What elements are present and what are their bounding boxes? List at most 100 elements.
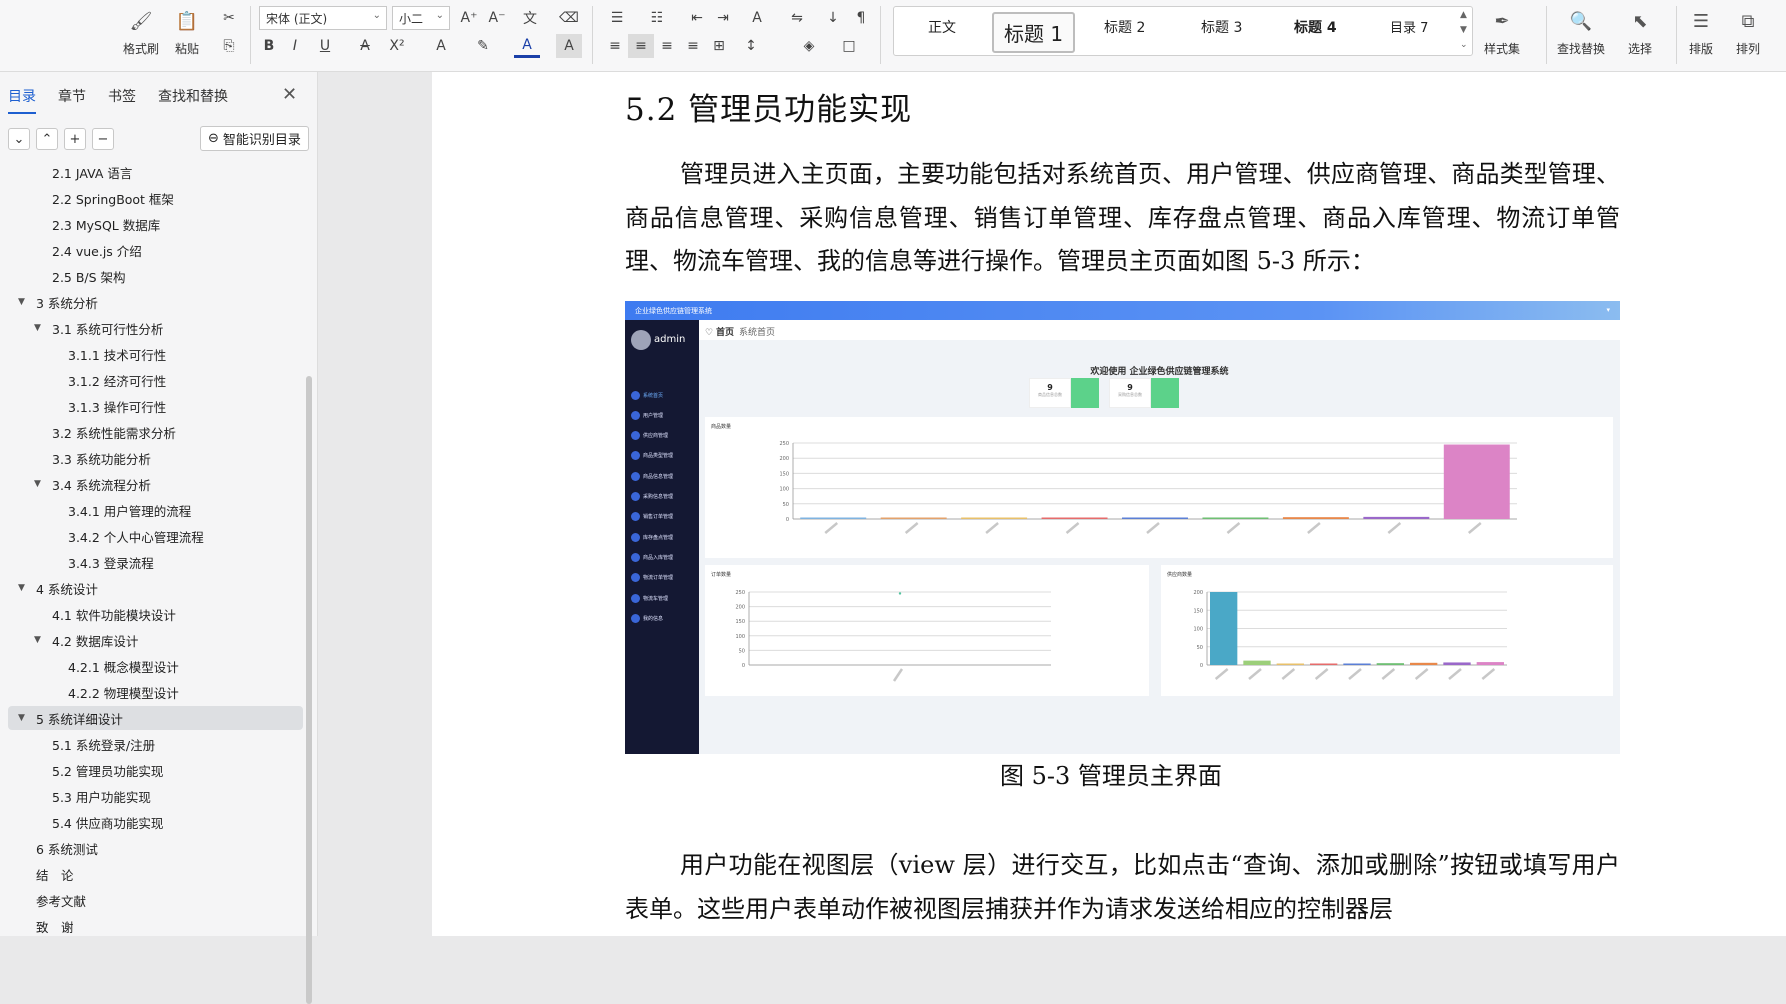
smart-toc-button[interactable]: ⊖ 智能识别目录 — [200, 126, 309, 151]
toc-item[interactable]: 5.2 管理员功能实现 — [0, 758, 300, 782]
toc-item[interactable]: ▼ 4.2 数据库设计 — [0, 628, 300, 652]
toc-item[interactable]: 参考文献 — [0, 888, 300, 912]
style-heading3[interactable]: 标题 3 — [1201, 17, 1242, 37]
align-left-icon[interactable]: ≡ — [602, 34, 628, 58]
find-replace-button[interactable]: 🔍 查找替换 — [1557, 8, 1605, 57]
sort-icon[interactable]: ↓ — [820, 6, 846, 30]
align-right-icon[interactable]: ≡ — [654, 34, 680, 58]
style-normal[interactable]: 正文 — [928, 17, 956, 37]
toc-item[interactable]: 5.4 供应商功能实现 — [0, 810, 300, 834]
distribute-icon[interactable]: ⊞ — [706, 34, 732, 58]
toggle-icon[interactable]: ▼ — [34, 479, 48, 489]
style-toc7[interactable]: 目录 7 — [1390, 17, 1428, 36]
figure-menu-icon — [631, 552, 640, 562]
toc-item[interactable]: 5.3 用户功能实现 — [0, 784, 300, 808]
shading-icon[interactable]: ◈ — [796, 34, 822, 58]
gallery-up-icon[interactable]: ▲ — [1460, 10, 1467, 20]
font-color-icon[interactable]: A — [514, 34, 540, 58]
toc-item[interactable]: 4.1 软件功能模块设计 — [0, 602, 300, 626]
toc-item[interactable]: 2.2 SpringBoot 框架 — [0, 186, 300, 210]
tab-find-replace[interactable]: 查找和替换 — [158, 86, 228, 114]
toc-item[interactable]: 3.4.1 用户管理的流程 — [0, 498, 300, 522]
tab-sections[interactable]: 章节 — [58, 86, 86, 114]
toc-item[interactable]: 3.2 系统性能需求分析 — [0, 420, 300, 444]
text-effect-icon[interactable]: A — [428, 34, 454, 58]
toc-item[interactable]: 结 论 — [0, 862, 300, 886]
x-tick-label — [1387, 522, 1402, 534]
style-heading1[interactable]: 标题 1 — [992, 12, 1076, 53]
tab-bookmarks[interactable]: 书签 — [108, 86, 136, 114]
decrease-indent-icon[interactable]: ⇤ — [684, 6, 710, 30]
toc-item[interactable]: 3.3 系统功能分析 — [0, 446, 300, 470]
justify-icon[interactable]: ≡ — [680, 34, 706, 58]
style-heading4[interactable]: 标题 4 — [1294, 17, 1337, 37]
tab-toc[interactable]: 目录 — [8, 86, 36, 114]
add-heading-icon[interactable]: + — [64, 128, 86, 150]
layout-button[interactable]: ☰ 排版 — [1688, 8, 1714, 57]
toc-scrollbar[interactable] — [306, 376, 312, 1004]
increase-indent-icon[interactable]: ⇥ — [710, 6, 736, 30]
toc-item[interactable]: 3.1.2 经济可行性 — [0, 368, 300, 392]
toc-item[interactable]: 2.3 MySQL 数据库 — [0, 212, 300, 236]
toc-item[interactable]: 2.4 vue.js 介绍 — [0, 238, 300, 262]
format-brush-button[interactable]: 🖌 格式刷 — [123, 8, 159, 57]
char-shading-icon[interactable]: A — [556, 34, 582, 58]
toc-item[interactable]: 4.2.1 概念模型设计 — [0, 654, 300, 678]
toc-item[interactable]: ▼ 5 系统详细设计 — [8, 706, 303, 730]
gallery-more-icon[interactable]: ⌄ — [1460, 40, 1468, 50]
collapse-icon[interactable]: ⌄ — [8, 128, 30, 150]
grow-font-icon[interactable]: A⁺ — [456, 6, 482, 30]
italic-icon[interactable]: I — [282, 34, 308, 58]
toc-item[interactable]: 致 谢 — [0, 914, 300, 936]
underline-icon[interactable]: U — [312, 34, 338, 58]
toggle-icon[interactable]: ▼ — [18, 583, 32, 593]
toc-item[interactable]: ▼ 3 系统分析 — [0, 290, 300, 314]
shrink-font-icon[interactable]: A⁻ — [484, 6, 510, 30]
style-set-button[interactable]: ✒ 样式集 — [1484, 8, 1520, 57]
toggle-icon[interactable]: ▼ — [34, 635, 48, 645]
toc-item[interactable]: 6 系统测试 — [0, 836, 300, 860]
border-icon[interactable]: □ — [836, 34, 862, 58]
show-marks-icon[interactable]: ¶ — [848, 6, 874, 30]
text-direction-icon[interactable]: ⇋ — [784, 6, 810, 30]
toc-item[interactable]: 3.4.2 个人中心管理流程 — [0, 524, 300, 548]
toc-item[interactable]: 3.4.3 登录流程 — [0, 550, 300, 574]
paste-button[interactable]: 📋 粘贴 — [174, 8, 200, 57]
toc-item[interactable]: ▼ 3.1 系统可行性分析 — [0, 316, 300, 340]
toc-item[interactable]: 2.1 JAVA 语言 — [0, 166, 300, 184]
toc-item[interactable]: 4.2.2 物理模型设计 — [0, 680, 300, 704]
cut-icon[interactable]: ✂ — [216, 6, 242, 30]
numbered-list-icon[interactable]: ☷ — [644, 6, 670, 30]
copy-icon[interactable]: ⎘ — [216, 34, 242, 58]
gallery-down-icon[interactable]: ▼ — [1460, 25, 1467, 35]
select-button[interactable]: ⬉ 选择 — [1627, 8, 1653, 57]
style-heading2[interactable]: 标题 2 — [1104, 17, 1145, 37]
chinese-layout-icon[interactable]: A — [744, 6, 770, 30]
superscript-icon[interactable]: X² — [384, 34, 410, 58]
arrange-button[interactable]: ⧉ 排列 — [1735, 8, 1761, 57]
toc-item[interactable]: 3.1.1 技术可行性 — [0, 342, 300, 366]
toggle-icon[interactable]: ▼ — [18, 713, 32, 723]
toggle-icon[interactable]: ▼ — [18, 297, 32, 307]
font-name-select[interactable]: 宋体 (正文) ⌄ — [259, 6, 387, 30]
align-center-icon[interactable]: ≡ — [628, 34, 654, 58]
strikethrough-icon[interactable]: A — [352, 34, 378, 58]
toc-item[interactable]: 3.1.3 操作可行性 — [0, 394, 300, 418]
expand-up-icon[interactable]: ⌃ — [36, 128, 58, 150]
clear-format-icon[interactable]: ⌫ — [556, 6, 582, 30]
toc-item[interactable]: 5.1 系统登录/注册 — [0, 732, 300, 756]
figure-menu-item: 系统首页 — [631, 388, 663, 402]
highlight-icon[interactable]: ✎ — [470, 34, 496, 58]
bold-icon[interactable]: B — [256, 34, 282, 58]
figure-caption: 图 5-3 管理员主界面 — [1000, 762, 1222, 790]
toc-item[interactable]: 2.5 B/S 架构 — [0, 264, 300, 288]
font-size-select[interactable]: 小二 ⌄ — [392, 6, 450, 30]
toc-item[interactable]: ▼ 4 系统设计 — [0, 576, 300, 600]
line-spacing-icon[interactable]: ↕ — [738, 34, 764, 58]
bullet-list-icon[interactable]: ☰ — [604, 6, 630, 30]
close-icon[interactable]: ✕ — [282, 84, 297, 105]
remove-heading-icon[interactable]: − — [92, 128, 114, 150]
toc-item[interactable]: ▼ 3.4 系统流程分析 — [0, 472, 300, 496]
phonetic-icon[interactable]: 文 — [517, 6, 543, 30]
toggle-icon[interactable]: ▼ — [34, 323, 48, 333]
